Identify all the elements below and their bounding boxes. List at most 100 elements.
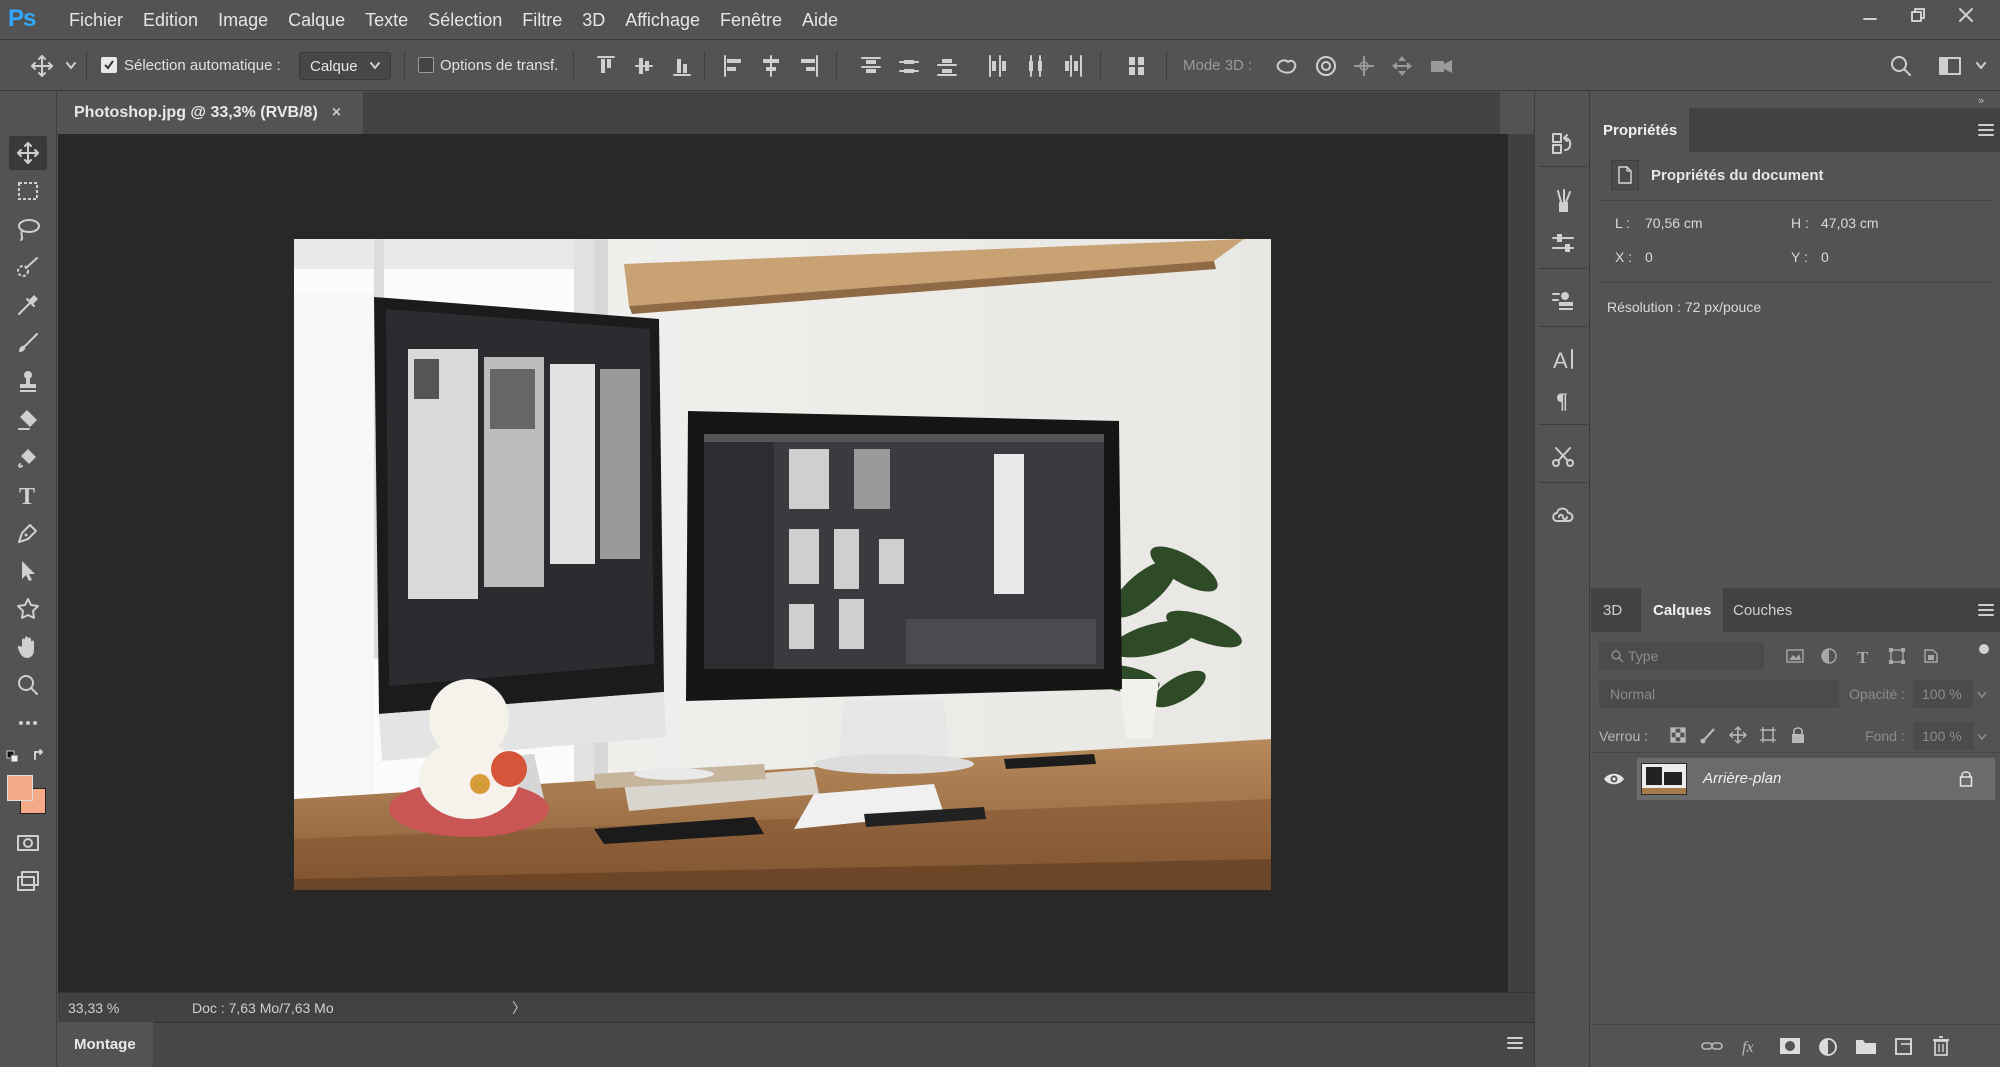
libraries-panel-button[interactable] [1545,498,1581,532]
clone-source-panel-button[interactable] [1545,284,1581,318]
align-vcenter-icon[interactable] [634,54,654,78]
tool-lasso[interactable] [9,212,47,246]
foreground-color-swatch[interactable] [7,775,33,801]
3d-roll-icon[interactable] [1314,54,1338,78]
align-top-icon[interactable] [596,54,616,78]
tool-type[interactable]: T [9,478,47,512]
tab-layers[interactable]: Calques [1641,588,1724,632]
close-window-button[interactable] [1942,0,1990,30]
tool-marquee[interactable] [9,174,47,208]
fill-field[interactable]: 100 % [1913,722,1973,750]
menu-hamburger-icon[interactable] [1507,1036,1523,1050]
tool-quick-select[interactable] [9,250,47,284]
menu-calque[interactable]: Calque [288,10,345,31]
menu-affichage[interactable]: Affichage [625,10,700,31]
tab-3d[interactable]: 3D [1591,588,1634,632]
auto-select-checkbox[interactable] [101,57,117,73]
transform-options-checkbox[interactable] [418,57,434,73]
minimize-button[interactable] [1846,0,1894,30]
distribute-vcenter-icon[interactable] [898,54,920,78]
lock-artboard-icon[interactable] [1757,724,1779,746]
restore-button[interactable] [1894,0,1942,30]
default-colors-icon[interactable] [6,750,20,764]
tool-move[interactable] [9,136,47,170]
workspace-icon[interactable] [1938,54,1964,78]
tool-presets-panel-button[interactable] [1545,440,1581,474]
align-hcenter-icon[interactable] [760,54,782,78]
distribute-left-icon[interactable] [986,54,1008,78]
chevron-down-icon[interactable] [1977,691,1987,699]
distribute-bottom-icon[interactable] [936,54,958,78]
tab-channels[interactable]: Couches [1721,588,1804,632]
3d-rotate-icon[interactable] [1274,54,1300,78]
tool-more[interactable] [9,706,47,740]
history-panel-button[interactable] [1545,126,1581,160]
move-tool-preset[interactable] [30,54,54,78]
search-icon[interactable] [1889,54,1913,78]
tool-brush[interactable] [9,326,47,360]
adjustment-layer-icon[interactable] [1817,1036,1839,1058]
filter-pixel-icon[interactable] [1784,645,1806,667]
swap-colors-icon[interactable] [32,748,46,762]
layer-filter-dropdown[interactable]: Type [1599,642,1764,670]
tool-shape[interactable] [9,592,47,626]
tool-quick-mask[interactable] [9,826,47,860]
menu-fichier[interactable]: Fichier [69,10,123,31]
tab-properties[interactable]: Propriétés [1591,108,1690,152]
close-tab-icon[interactable]: × [332,104,341,122]
tool-pen[interactable] [9,516,47,550]
menu-filtre[interactable]: Filtre [522,10,562,31]
menu-hamburger-icon[interactable] [1978,124,1994,136]
filter-smart-object-icon[interactable] [1920,645,1942,667]
align-right-icon[interactable] [798,54,820,78]
menu-fenetre[interactable]: Fenêtre [720,10,782,31]
lock-position-icon[interactable] [1727,724,1749,746]
distribute-top-icon[interactable] [860,54,882,78]
layer-name[interactable]: Arrière-plan [1703,770,1781,787]
distribute-hcenter-icon[interactable] [1024,54,1046,78]
x-value[interactable]: 0 [1645,249,1653,265]
timeline-tab[interactable]: Montage [58,1022,153,1067]
auto-select-target-dropdown[interactable]: Calque [299,52,391,80]
align-bottom-icon[interactable] [672,54,692,78]
character-panel-button[interactable]: A [1545,342,1581,376]
menu-3d[interactable]: 3D [582,10,605,31]
lock-transparent-icon[interactable] [1667,724,1689,746]
add-mask-icon[interactable] [1779,1036,1801,1056]
chevron-down-icon[interactable] [66,62,76,70]
collapse-panels-icon[interactable]: » [1978,95,1984,107]
filter-type-icon[interactable]: T [1852,645,1874,667]
opacity-field[interactable]: 100 % [1913,680,1973,708]
zoom-level[interactable]: 33,33 % [68,1000,168,1016]
trash-icon[interactable] [1931,1036,1951,1056]
menu-texte[interactable]: Texte [365,10,408,31]
document-tab[interactable]: Photoshop.jpg @ 33,3% (RVB/8) × [58,92,363,134]
menu-hamburger-icon[interactable] [1978,604,1994,616]
distribute-right-icon[interactable] [1062,54,1084,78]
chevron-down-icon[interactable] [1977,733,1987,741]
fx-icon[interactable]: fx [1741,1036,1763,1056]
document-image[interactable] [294,239,1271,890]
3d-camera-icon[interactable] [1428,54,1454,78]
filter-adjustment-icon[interactable] [1818,645,1840,667]
tool-eyedropper[interactable] [9,288,47,322]
tool-zoom[interactable] [9,668,47,702]
paragraph-panel-button[interactable]: ¶ [1545,382,1581,416]
tool-stamp[interactable] [9,364,47,398]
tool-eraser[interactable] [9,402,47,436]
width-value[interactable]: 70,56 cm [1645,215,1703,231]
menu-image[interactable]: Image [218,10,268,31]
lock-pixels-icon[interactable] [1697,724,1719,746]
filter-shape-icon[interactable] [1886,645,1908,667]
new-group-icon[interactable] [1855,1037,1877,1055]
menu-edition[interactable]: Edition [143,10,198,31]
layer-row[interactable]: Arrière-plan [1637,758,1995,800]
tool-path-select[interactable] [9,554,47,588]
tool-screen-mode[interactable] [9,864,47,898]
y-value[interactable]: 0 [1821,249,1829,265]
chevron-down-icon[interactable] [1976,62,1986,70]
tool-hand[interactable] [9,630,47,664]
blend-mode-dropdown[interactable]: Normal [1599,680,1839,708]
adjustments-panel-button[interactable] [1545,226,1581,260]
menu-selection[interactable]: Sélection [428,10,502,31]
